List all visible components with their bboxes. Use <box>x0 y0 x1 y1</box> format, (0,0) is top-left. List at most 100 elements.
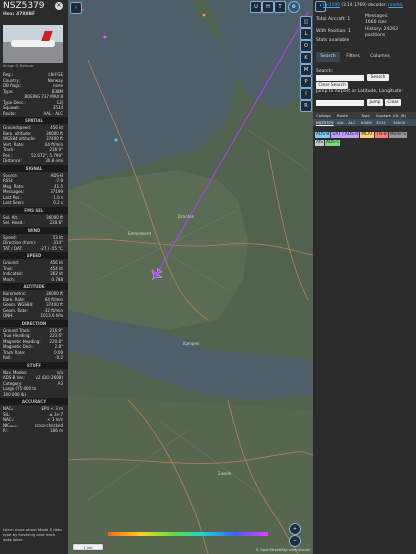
info-row: Route: AAL - ALC <box>3 111 63 117</box>
svg-text:Zwolle: Zwolle <box>218 471 232 476</box>
table-header-cell[interactable]: Callsign <box>316 112 331 119</box>
legend-tag[interactable]: Mode-S <box>388 132 407 138</box>
signal-key: Last Seen: <box>3 200 24 205</box>
messages-label: Messages: <box>365 14 389 19</box>
altitude-key: QNH: <box>3 313 14 318</box>
direction-row: Roll: -0.2 <box>3 355 63 361</box>
zoom-out-button[interactable]: − <box>289 535 301 547</box>
signal-value: 0.2 s <box>53 200 63 205</box>
wind-value: -27 / -55 °C <box>39 245 63 251</box>
callsign-title: NSZ5379 <box>3 1 45 11</box>
spatial-row: Distance: 30.8 nmi <box>3 158 63 164</box>
aircraft-table-header: Callsign Route Type Squawk Alt. (ft) <box>313 112 416 119</box>
map-button-u[interactable]: U <box>250 1 262 13</box>
info-key: Route: <box>3 110 16 116</box>
wind-row: TAT / OAT: -27 / -55 °C <box>3 246 63 252</box>
table-header-cell[interactable]: Alt. (ft) <box>393 112 406 119</box>
search-button[interactable]: Search <box>367 74 389 81</box>
speed-value: 0.788 <box>51 276 63 282</box>
legend-tag[interactable]: ADS-B <box>315 132 331 138</box>
photo-credit: Image © Bjelovar <box>3 64 34 68</box>
close-icon[interactable]: ✕ <box>55 2 63 10</box>
map-button-p[interactable]: P <box>300 76 312 88</box>
collapse-left-chevron-icon[interactable]: ‹ <box>70 2 82 14</box>
legend-tag[interactable]: ADS-C <box>324 140 341 146</box>
settings-gear-icon[interactable]: ⚙ <box>288 1 300 13</box>
source-legend: ADS-B UAT / ADS-R MLAT TIS-B Mode-S AIS ADS-C <box>315 130 415 146</box>
altitude-color-scale <box>108 532 268 536</box>
map-button-t[interactable]: T <box>274 1 286 13</box>
speed-section-header: SPEED <box>0 252 68 259</box>
tab-filters[interactable]: Filters <box>342 52 364 62</box>
hex-code: Hex: 4788BF <box>3 12 36 17</box>
speed-row: Mach: 0.788 <box>3 277 63 283</box>
spatial-value: 30.8 nmi <box>45 158 63 163</box>
map-view[interactable]: Emmeloord Dronten Kampen Zwolle 1 nm © O… <box>68 0 313 554</box>
legend-tag[interactable]: MLAT <box>360 132 374 138</box>
table-row[interactable]: NSZ5379 AAL - ALC B38M 3534 36000 <box>313 119 416 126</box>
fms-row: Sel. Head.: 220.8° <box>3 220 63 226</box>
tab-search[interactable]: Search <box>316 52 340 62</box>
mainland-south <box>68 395 313 554</box>
signal-row: Last Seen: 0.2 s <box>3 200 63 206</box>
map-button-h[interactable]: H <box>262 1 274 13</box>
accuracy-section-header: ACCURACY <box>0 398 68 405</box>
stuff-key: 300 000 lb) <box>3 391 27 397</box>
fms-key: Sel. Head.: <box>3 220 25 225</box>
aircraft-photo[interactable] <box>3 25 63 63</box>
legend-tag[interactable]: AIS <box>315 140 324 146</box>
message-rate: 1660 /sec <box>365 20 387 25</box>
clear-search-button[interactable]: Clear Search <box>316 82 348 89</box>
jump-input[interactable] <box>316 100 364 106</box>
tab-columns[interactable]: Columns <box>366 52 394 62</box>
map-button-o[interactable]: O <box>300 40 312 52</box>
map-button-m[interactable]: M <box>300 64 312 76</box>
aircraft-detail-panel: NSZ5379 Hex: 4788BF ✕ Image © Bjelovar R… <box>0 0 69 554</box>
layers-icon[interactable]: ◫ <box>300 16 312 28</box>
table-cell: NSZ5379 <box>316 120 334 125</box>
legend-tag[interactable]: TIS-B <box>374 132 388 138</box>
altitude-row: QNH: 1013.6 hPa <box>3 313 63 319</box>
map-button-k[interactable]: K <box>300 52 312 64</box>
svg-text:Emmeloord: Emmeloord <box>128 231 151 236</box>
stats-available[interactable]: Stats available <box>316 38 349 43</box>
direction-section-header: DIRECTION <box>0 319 68 327</box>
signal-section-header: SIGNAL <box>0 164 68 172</box>
speed-key: Mach: <box>3 276 15 282</box>
right-sidebar: › tar1090 (3.14.1769) decoder: readsb To… <box>313 0 416 554</box>
table-cell: AAL - ALC <box>337 120 356 125</box>
table-cell: 3534 <box>376 120 386 125</box>
learn-more-text: Learn more about Mode S data type by hov… <box>3 527 62 542</box>
table-header-cell[interactable]: Squawk <box>376 112 391 119</box>
history-count: History: 24263 <box>365 27 398 32</box>
accuracy-value: 186 m <box>50 428 63 433</box>
jump-button[interactable]: Jump <box>367 99 383 106</box>
zoom-in-button[interactable]: + <box>289 523 301 535</box>
decoder-link[interactable]: readsb <box>388 3 403 8</box>
with-position: With Position: 1 <box>316 29 351 34</box>
wind-key: TAT / OAT: <box>3 245 23 251</box>
history-positions: positions <box>365 33 386 38</box>
jump-clear-button[interactable]: Clear <box>385 99 401 106</box>
table-header-cell[interactable]: Route <box>337 112 348 119</box>
map-button-i[interactable]: I <box>300 88 312 100</box>
stuff-row: 300 000 lb) <box>3 392 63 398</box>
spatial-key: Distance: <box>3 158 22 163</box>
tar1090-link[interactable]: tar1090 <box>323 3 340 8</box>
spatial-section-header: SPATIAL <box>0 117 68 124</box>
svg-text:Kampen: Kampen <box>183 341 200 346</box>
map-svg[interactable]: Emmeloord Dronten Kampen Zwolle 1 nm © O… <box>68 0 313 554</box>
stuff-section-header: STUFF <box>0 361 68 369</box>
altitude-value: 1013.6 hPa <box>40 313 64 318</box>
map-attribution: © OpenStreetMap contributors <box>256 548 311 552</box>
altitude-section-header: ALTITUDE <box>0 283 68 290</box>
map-button-r[interactable]: R <box>300 100 312 112</box>
direction-value: -0.2 <box>55 355 63 360</box>
search-input[interactable] <box>316 75 364 81</box>
search-label: Search: <box>316 69 333 74</box>
map-button-l[interactable]: L <box>300 28 312 40</box>
fms-value: 220.8° <box>49 220 63 225</box>
table-header-cell[interactable]: Type <box>361 112 370 119</box>
legend-tag[interactable]: UAT / ADS-R <box>331 132 360 138</box>
table-cell: B38M <box>361 120 372 125</box>
